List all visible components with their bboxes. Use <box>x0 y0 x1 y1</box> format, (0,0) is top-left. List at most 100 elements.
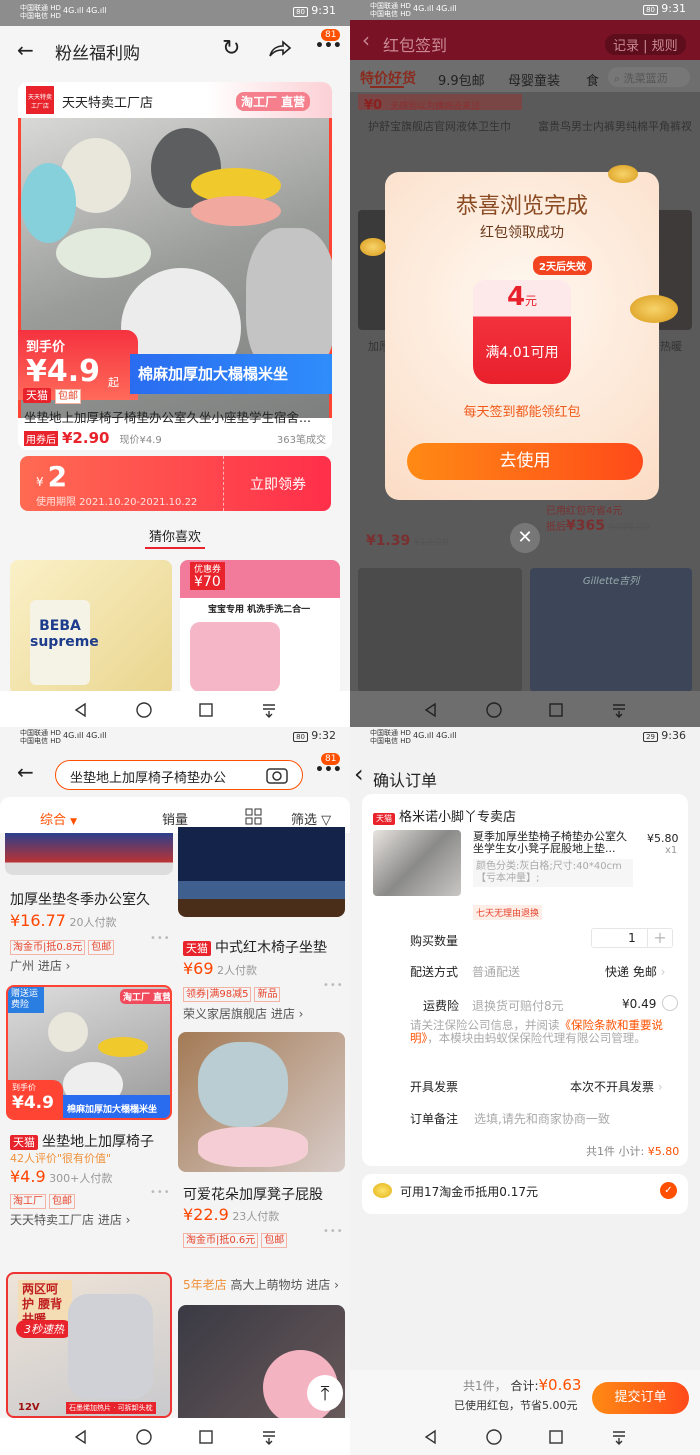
quantity-stepper[interactable]: 1 + <box>591 928 673 948</box>
store-link[interactable]: 5年老店 高大上萌物坊 进店 › <box>183 1276 339 1293</box>
total-row: 共1件， 合计:¥0.63 <box>463 1376 582 1394</box>
tab-food[interactable]: 食 <box>586 70 599 89</box>
nav-home-icon[interactable] <box>135 701 153 719</box>
item-image[interactable] <box>373 830 461 896</box>
recommend-item-formula[interactable]: BEBA supreme <box>10 560 172 695</box>
product-title[interactable]: 可爱花朵加厚凳子屁股 <box>183 1184 323 1204</box>
nav-back-icon[interactable] <box>72 1428 90 1446</box>
tab-deals[interactable]: 特价好货 <box>360 68 416 88</box>
bg-gloves-image <box>358 568 522 692</box>
back-chevron-icon[interactable]: ‹ <box>362 28 370 52</box>
grid-view-icon[interactable] <box>245 808 262 825</box>
more-options-icon[interactable]: ••• <box>323 1226 344 1237</box>
insurance-radio[interactable] <box>662 995 678 1011</box>
nav-home-icon[interactable] <box>485 1428 503 1446</box>
nav-back-icon[interactable] <box>422 701 440 719</box>
price-row: ¥4.9 300+人付款 <box>10 1167 113 1186</box>
nav-recents-icon[interactable] <box>197 701 215 719</box>
back-to-top-button[interactable]: ⤒ <box>307 1375 343 1411</box>
nav-notification-icon[interactable] <box>610 701 628 719</box>
notification-badge: 81 <box>321 29 341 41</box>
search-box[interactable]: ⌕ 洗菜篮沥 <box>608 67 690 87</box>
price-row: ¥16.77 20人付款 <box>10 911 117 930</box>
close-modal-button[interactable]: ✕ <box>510 523 540 553</box>
product-title[interactable]: 加厚坐垫冬季办公室久 <box>10 889 150 909</box>
modal-title: 恭喜浏览完成 <box>455 194 588 219</box>
coin-checkbox[interactable]: ✓ <box>660 1182 677 1199</box>
tab-baby[interactable]: 母婴童装 <box>508 70 560 89</box>
item-spec[interactable]: 颜色分类:灰白格;尺寸:40*40cm【亏本冲量】; <box>473 859 633 887</box>
formula-label: BEBA supreme <box>30 600 99 685</box>
store-link[interactable]: 荣义家居旗舰店 进店 › <box>183 1005 303 1022</box>
insurance-price: ¥0.49 <box>622 997 657 1011</box>
qty-value[interactable]: 1 <box>617 929 648 947</box>
nav-home-icon[interactable] <box>485 701 503 719</box>
submit-order-button[interactable]: 提交订单 <box>592 1382 689 1414</box>
use-now-button[interactable]: 去使用 <box>407 443 643 480</box>
store-link[interactable]: 广州 进店 › <box>10 957 70 974</box>
product-title[interactable]: 天猫 中式红木椅子坐垫 <box>183 937 327 957</box>
nav-back-icon[interactable] <box>72 701 90 719</box>
item-title[interactable]: 夏季加厚坐垫椅子椅垫办公室久坐学生女小凳子屁股地上垫... <box>473 831 633 855</box>
product-image[interactable] <box>178 1032 345 1172</box>
delivery-option[interactable]: 快递 免邮 › <box>605 963 665 980</box>
back-chevron-icon[interactable]: ‹ <box>354 762 364 786</box>
nav-home-icon[interactable] <box>135 1428 153 1446</box>
share-icon[interactable] <box>268 40 292 58</box>
system-nav-bar <box>0 691 350 728</box>
price-row: ¥22.9 23人付款 <box>183 1205 280 1224</box>
tags: 淘金币|抵0.6元 包邮 <box>183 1228 290 1248</box>
back-arrow-icon[interactable]: ← <box>17 760 34 784</box>
sort-sales[interactable]: 销量 <box>162 809 188 828</box>
search-input[interactable]: 坐垫地上加厚椅子椅垫办公 <box>55 760 303 790</box>
store-name[interactable]: 天天特卖工厂店 <box>62 92 153 111</box>
recommend-item-detergent[interactable]: 优惠券 ¥70 宝宝专用 机洗手洗二合一 <box>180 560 340 695</box>
clock: 9:36 <box>661 729 686 742</box>
tab-9-9[interactable]: 9.9包邮 <box>438 70 485 89</box>
product-title[interactable]: 坐垫地上加厚椅子椅垫办公室久坐小座垫学生宿舍... <box>24 407 311 426</box>
remark-input[interactable]: 选填,请先和商家协商一致 <box>474 1110 610 1127</box>
store-header[interactable]: 天猫 格米诺小脚丫专卖店 <box>373 806 516 825</box>
coupon-currency: ¥2 <box>36 460 68 493</box>
refresh-icon[interactable]: ↻ <box>222 36 240 61</box>
claim-coupon-button[interactable]: 立即领券 <box>250 474 306 494</box>
more-options-icon[interactable]: ••• <box>150 1187 171 1198</box>
increment-button[interactable]: + <box>648 929 672 947</box>
modal-tip: 每天签到都能领红包 <box>463 405 581 420</box>
product-card[interactable]: 天天特卖 工厂店 天天特卖工厂店 淘工厂 直营 到手价 ¥4.9 起 天猫 包邮 … <box>18 82 332 450</box>
invoice-option[interactable]: 本次不开具发票 › <box>570 1078 663 1095</box>
nav-notification-icon[interactable] <box>610 1428 628 1446</box>
insurance-desc: 退换货可赔付8元 <box>472 999 564 1013</box>
product-image[interactable] <box>178 827 345 917</box>
nav-recents-icon[interactable] <box>547 701 565 719</box>
decrement-button[interactable] <box>592 929 617 947</box>
coupon-card[interactable]: ¥2 使用期限 2021.10.20-2021.10.22 立即领券 <box>20 456 331 511</box>
clock: 9:31 <box>661 2 686 15</box>
camera-icon[interactable] <box>266 766 288 784</box>
product-image[interactable]: 两区呵护 腰背共暖 3秒速热 12V 石墨烯加热片 · 可拆卸头枕 <box>6 1272 172 1418</box>
filter-button[interactable]: 筛选 ▽ <box>291 809 331 828</box>
product-image[interactable] <box>178 1305 345 1435</box>
panel-red-packet: 中国联通 HD 中国电信 HD 4G.ıll 4G.ıll 80 9:31 ‹ 红… <box>350 0 700 728</box>
nav-recents-icon[interactable] <box>547 1428 565 1446</box>
nav-notification-icon[interactable] <box>260 1428 278 1446</box>
nav-recents-icon[interactable] <box>197 1428 215 1446</box>
img-text: 12V <box>18 1402 40 1413</box>
current-price: 现价¥4.9 <box>119 435 162 446</box>
product-title[interactable]: 天猫 坐垫地上加厚椅子 <box>10 1131 154 1151</box>
store-link[interactable]: 天天特卖工厂店 进店 › <box>10 1211 130 1228</box>
panel-search-results: 中国联通 HD 中国电信 HD 4G.ıll 4G.ıll 80 9:32 ← 坐… <box>0 727 350 1455</box>
nav-notification-icon[interactable] <box>260 701 278 719</box>
product-image[interactable]: 赠送运费险 淘工厂 直营 到手价 ¥4.9 棉麻加厚加大榻榻米坐 <box>6 985 172 1120</box>
review-summary: 42人评价"很有价值" <box>10 1152 112 1165</box>
search-icon: ⌕ <box>614 72 621 85</box>
nav-back-icon[interactable] <box>422 1428 440 1446</box>
more-options-icon[interactable]: ••• <box>323 980 344 991</box>
back-arrow-icon[interactable]: ← <box>17 38 34 62</box>
item-price: ¥5.80 <box>647 832 679 845</box>
status-bar: 中国联通 HD 中国电信 HD 4G.ıll 4G.ıll 29 9:36 <box>370 729 686 745</box>
product-image[interactable] <box>5 833 173 875</box>
sort-default[interactable]: 综合 ▼ <box>40 809 77 828</box>
more-options-icon[interactable]: ••• <box>150 933 171 944</box>
record-rules-links[interactable]: 记录 | 规则 <box>605 34 686 55</box>
